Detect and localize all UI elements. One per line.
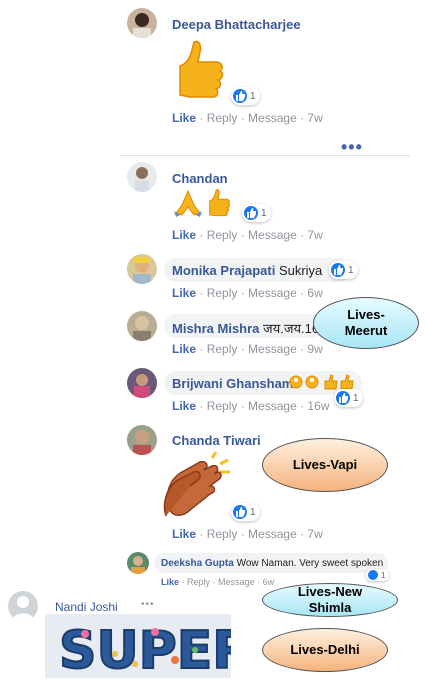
avatar[interactable]: [127, 254, 157, 284]
reaction-number: 1: [250, 90, 256, 102]
like-reaction-icon: [244, 206, 258, 220]
reply-link[interactable]: Reply: [207, 111, 238, 125]
message-link[interactable]: Message: [248, 228, 297, 242]
like-link[interactable]: Like: [172, 399, 196, 413]
location-callout: Lives-Delhi: [262, 628, 388, 672]
commenter-name[interactable]: Nandi Joshi: [55, 600, 118, 614]
timestamp[interactable]: 7w: [307, 527, 322, 541]
timestamp[interactable]: 7w: [307, 111, 322, 125]
message-link[interactable]: Message: [218, 577, 255, 587]
like-link[interactable]: Like: [172, 286, 196, 300]
more-options-icon[interactable]: •••: [141, 599, 155, 610]
callout-label: Lives-Delhi: [290, 642, 360, 657]
like-reaction-icon: [336, 391, 350, 405]
timestamp[interactable]: 9w: [307, 342, 322, 356]
commenter-name: Deeksha Gupta Wow Naman. Very sweet spok…: [161, 558, 383, 569]
commenter-name[interactable]: Deepa Bhattacharjee: [172, 17, 301, 32]
comment-text: Sukriya: [278, 263, 323, 278]
callout-label: Lives-Meerut: [344, 307, 388, 338]
comment-actions: Like · Reply · Message · 7w: [172, 228, 323, 242]
reaction-number: 1: [353, 392, 359, 404]
commenter-name[interactable]: Chanda Tiwari: [172, 433, 261, 448]
comment-text: Wow Naman. Very sweet spoken: [236, 558, 384, 569]
comment-actions: Like · Reply · Message · 7w: [172, 111, 323, 125]
avatar[interactable]: [127, 552, 149, 574]
reaction-number: 1: [381, 570, 386, 580]
timestamp[interactable]: 7w: [307, 228, 322, 242]
comment-text: जय.जय.16: [263, 321, 320, 336]
reply-link[interactable]: Reply: [207, 527, 238, 541]
reaction-count[interactable]: 1: [231, 503, 260, 521]
location-callout: Lives-Vapi: [262, 438, 388, 492]
timestamp[interactable]: 6w: [263, 577, 275, 587]
reply-link[interactable]: Reply: [207, 342, 238, 356]
callout-label: Lives-Vapi: [292, 457, 358, 472]
callout-label: Lives-New Shimla: [297, 584, 363, 615]
super-sticker: SUPER: [45, 614, 253, 682]
comment-actions: Like · Reply · Message · 6w: [161, 577, 275, 587]
reaction-count[interactable]: 1: [329, 261, 358, 279]
message-link[interactable]: Message: [248, 286, 297, 300]
commenter-name[interactable]: Chandan: [172, 171, 228, 186]
commenter-name: Mishra Mishra जय.जय.16: [172, 319, 319, 337]
reaction-count[interactable]: 1: [231, 87, 260, 105]
like-link[interactable]: Like: [161, 577, 179, 587]
like-link[interactable]: Like: [172, 228, 196, 242]
message-link[interactable]: Message: [248, 342, 297, 356]
reply-link[interactable]: Reply: [187, 577, 210, 587]
commenter-name-link[interactable]: Monika Prajapati: [172, 263, 275, 278]
message-link[interactable]: Message: [248, 399, 297, 413]
commenter-name: Monika Prajapati Sukriya: [172, 263, 322, 278]
avatar[interactable]: [8, 591, 38, 621]
reaction-number: 1: [261, 207, 267, 219]
avatar[interactable]: [127, 368, 157, 398]
reaction-number: 1: [250, 506, 256, 518]
like-link[interactable]: Like: [172, 342, 196, 356]
like-reaction-icon: [331, 263, 345, 277]
comment-actions: Like · Reply · Message · 6w: [172, 286, 323, 300]
commenter-name-link[interactable]: Mishra Mishra: [172, 321, 259, 336]
reaction-count[interactable]: 1: [366, 569, 390, 581]
avatar[interactable]: [127, 162, 157, 192]
praying-hands-emoji: [172, 189, 204, 222]
sticker-text: SUPER: [59, 621, 231, 678]
timestamp[interactable]: 6w: [307, 286, 322, 300]
comment-actions: Like · Reply · Message · 9w: [172, 342, 323, 356]
avatar-image: [133, 13, 151, 38]
thumbs-up-emoji: [172, 38, 228, 102]
location-callout: Lives-Meerut: [313, 297, 419, 349]
comment-actions: Like · Reply · Message · 7w: [172, 527, 323, 541]
commenter-name-link[interactable]: Deeksha Gupta: [161, 558, 234, 569]
like-reaction-icon: [233, 89, 247, 103]
avatar[interactable]: [127, 8, 157, 38]
comment-actions: Like · Reply · Message · 16w: [172, 399, 330, 413]
reaction-count[interactable]: 1: [334, 389, 363, 407]
like-link[interactable]: Like: [172, 111, 196, 125]
thumbs-up-emoji: [205, 188, 233, 223]
reaction-count[interactable]: 1: [242, 204, 271, 222]
avatar[interactable]: [127, 311, 157, 341]
divider: [120, 155, 410, 156]
message-link[interactable]: Message: [248, 111, 297, 125]
reply-link[interactable]: Reply: [207, 286, 238, 300]
clapping-hands-emoji: [160, 450, 240, 530]
like-link[interactable]: Like: [172, 527, 196, 541]
message-link[interactable]: Message: [248, 527, 297, 541]
like-reaction-icon: [233, 505, 247, 519]
like-reaction-icon: [368, 570, 378, 580]
reply-link[interactable]: Reply: [207, 228, 238, 242]
location-callout: Lives-New Shimla: [262, 583, 398, 617]
reaction-number: 1: [348, 264, 354, 276]
timestamp[interactable]: 16w: [307, 399, 329, 413]
commenter-name-link[interactable]: Brijwani Ghansham: [172, 376, 293, 391]
commenter-name: Brijwani Ghansham: [172, 376, 293, 391]
reply-link[interactable]: Reply: [207, 399, 238, 413]
avatar[interactable]: [127, 425, 157, 455]
